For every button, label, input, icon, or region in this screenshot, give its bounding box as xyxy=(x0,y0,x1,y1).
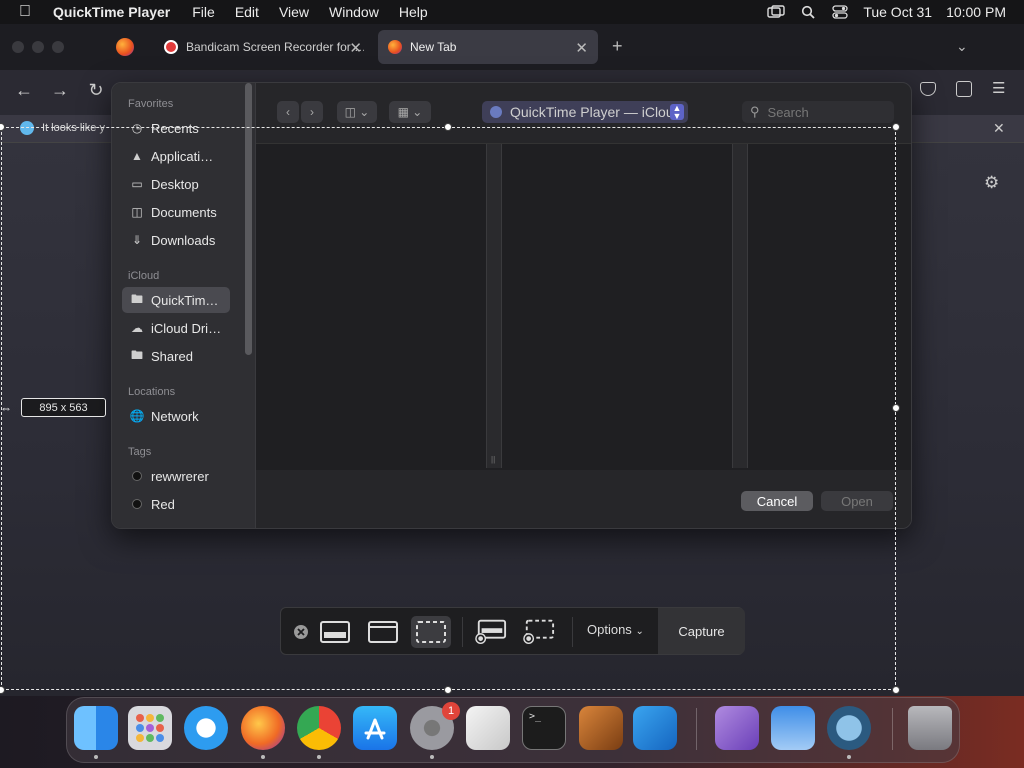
running-indicator xyxy=(430,755,434,759)
updown-chevron-icon: ▲ ▼ xyxy=(670,104,684,121)
textedit-icon[interactable] xyxy=(466,706,510,750)
finder-icon[interactable] xyxy=(74,706,118,750)
resize-cursor-icon: ⇔ xyxy=(0,401,12,415)
capture-window-icon[interactable] xyxy=(367,616,399,648)
dock-divider xyxy=(696,708,697,750)
pocket-icon[interactable] xyxy=(920,82,936,96)
menubar-time[interactable]: 10:00 PM xyxy=(946,4,1006,20)
firefox-icon[interactable] xyxy=(241,706,285,750)
selection-handle[interactable] xyxy=(892,123,900,131)
close-tab-icon[interactable]: ✕ xyxy=(349,39,362,57)
selection-handle[interactable] xyxy=(444,123,452,131)
firefox-favicon-icon xyxy=(388,40,402,54)
capture-selection-rect[interactable] xyxy=(1,127,896,690)
launchpad-icon[interactable] xyxy=(128,706,172,750)
menu-view[interactable]: View xyxy=(279,4,309,20)
close-tab-icon[interactable]: ✕ xyxy=(575,39,588,57)
safari-icon[interactable] xyxy=(184,706,228,750)
back-chevron-icon[interactable]: ‹ xyxy=(277,101,299,123)
tab-label: Bandicam Screen Recorder for … xyxy=(186,40,364,54)
search-placeholder: Search xyxy=(767,104,809,120)
close-notification-icon[interactable]: ✕ xyxy=(993,120,1005,137)
menu-edit[interactable]: Edit xyxy=(235,4,259,20)
screen-mirroring-icon[interactable] xyxy=(767,5,786,19)
reload-icon[interactable]: ↻ xyxy=(86,80,106,100)
selection-handle[interactable] xyxy=(892,686,900,694)
menu-window[interactable]: Window xyxy=(329,4,379,20)
menu-bar:  QuickTime Player File Edit View Window… xyxy=(0,0,1024,24)
forward-arrow-icon[interactable]: → xyxy=(50,80,70,100)
options-button[interactable]: Options ⌄ xyxy=(587,622,644,637)
garageband-icon[interactable] xyxy=(579,706,623,750)
close-window-button[interactable] xyxy=(12,41,24,53)
spotlight-search-icon[interactable] xyxy=(799,5,817,19)
menu-app-name[interactable]: QuickTime Player xyxy=(53,4,170,20)
hamburger-menu-icon[interactable]: ☰ xyxy=(992,81,1005,96)
visual-studio-icon[interactable] xyxy=(715,706,759,750)
close-toolbar-icon[interactable] xyxy=(285,616,317,648)
notification-badge: 1 xyxy=(442,702,460,720)
capture-selection-icon[interactable] xyxy=(411,616,451,648)
running-indicator xyxy=(847,755,851,759)
tab-new-tab[interactable]: New Tab ✕ xyxy=(378,30,598,64)
minimize-window-button[interactable] xyxy=(32,41,44,53)
menubar-date[interactable]: Tue Oct 31 xyxy=(863,4,932,20)
group-by-button[interactable]: ▦ ⌄ xyxy=(389,101,431,123)
chrome-icon[interactable] xyxy=(297,706,341,750)
terminal-icon[interactable]: >_ xyxy=(522,706,566,750)
bandicam-favicon-icon xyxy=(164,40,178,54)
weather-icon[interactable] xyxy=(771,706,815,750)
location-path: QuickTime Player — iCloud xyxy=(510,104,682,120)
trash-icon[interactable] xyxy=(908,706,952,750)
running-indicator xyxy=(317,755,321,759)
running-indicator xyxy=(261,755,265,759)
firefox-view-icon[interactable] xyxy=(116,38,134,56)
chevron-down-icon: ⌄ xyxy=(635,626,644,637)
app-store-icon[interactable] xyxy=(353,706,397,750)
tab-bandicam[interactable]: Bandicam Screen Recorder for … ✕ xyxy=(154,30,372,64)
capture-entire-screen-icon[interactable] xyxy=(319,616,351,648)
record-selection-icon[interactable] xyxy=(523,616,555,648)
location-popup-button[interactable]: QuickTime Player — iCloud ▲ ▼ xyxy=(482,101,688,123)
back-arrow-icon[interactable]: ← xyxy=(14,80,34,100)
new-tab-plus-icon[interactable]: + xyxy=(612,36,623,57)
selection-handle[interactable] xyxy=(892,404,900,412)
apple-icon[interactable]:  xyxy=(17,4,33,20)
terminal-prompt-icon: >_ xyxy=(529,711,542,722)
tab-strip: Bandicam Screen Recorder for … ✕ New Tab… xyxy=(0,24,1024,70)
selection-dimensions: 895 x 563 xyxy=(21,398,106,417)
screenshot-toolbar: Options ⌄ Capture xyxy=(280,607,745,655)
toolbar-divider xyxy=(572,617,573,647)
menu-help[interactable]: Help xyxy=(399,4,428,20)
options-label: Options xyxy=(587,622,632,637)
settings-gear-icon[interactable]: ⚙ xyxy=(984,173,999,193)
tab-label: New Tab xyxy=(410,40,457,54)
favorites-header: Favorites xyxy=(128,98,174,110)
toolbar-divider xyxy=(462,617,463,647)
icloud-folder-icon xyxy=(490,106,502,118)
running-indicator xyxy=(94,755,98,759)
control-center-icon[interactable] xyxy=(831,5,849,19)
column-view-button[interactable]: ◫ ⌄ xyxy=(337,101,377,123)
vscode-icon[interactable] xyxy=(633,706,677,750)
forward-chevron-icon[interactable]: › xyxy=(301,101,323,123)
dock: 1 >_ xyxy=(66,697,960,763)
search-icon: ⚲ xyxy=(750,104,760,119)
search-field[interactable]: ⚲ Search xyxy=(742,101,894,123)
capture-button[interactable]: Capture xyxy=(658,608,745,654)
menu-file[interactable]: File xyxy=(192,4,215,20)
zoom-window-button[interactable] xyxy=(52,41,64,53)
record-entire-screen-icon[interactable] xyxy=(475,616,507,648)
quicktime-icon[interactable] xyxy=(827,706,871,750)
selection-handle[interactable] xyxy=(444,686,452,694)
extensions-icon[interactable] xyxy=(956,81,972,97)
list-all-tabs-chevron-down-icon[interactable]: ⌄ xyxy=(956,38,968,55)
dock-divider xyxy=(892,708,893,750)
